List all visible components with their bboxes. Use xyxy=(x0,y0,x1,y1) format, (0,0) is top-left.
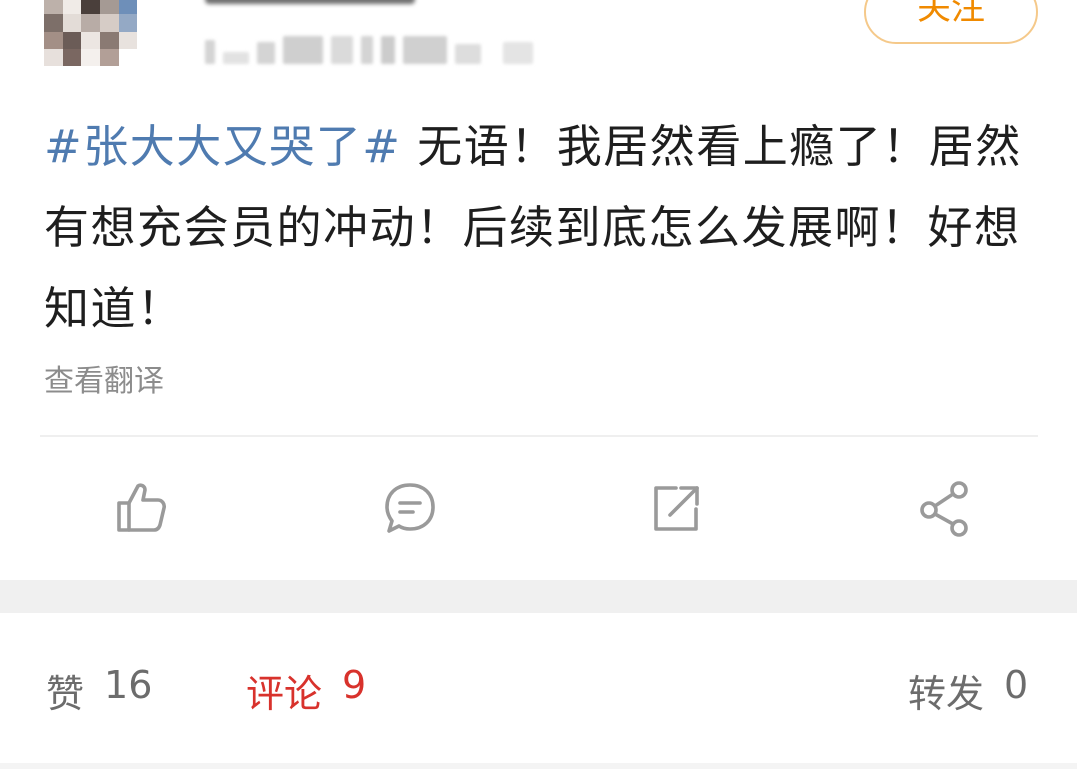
comment-button[interactable] xyxy=(378,476,442,540)
follow-button[interactable]: 关注 xyxy=(864,0,1038,44)
follow-button-label: 关注 xyxy=(917,0,985,28)
avatar[interactable] xyxy=(44,0,156,66)
likes-label: 赞 xyxy=(46,672,85,716)
post-content: #张大大又哭了# 无语！我居然看上瘾了！居然有想充会员的冲动！后续到底怎么发展啊… xyxy=(44,106,1039,349)
divider xyxy=(40,435,1038,437)
repost-arrow-icon xyxy=(654,486,699,531)
username-blurred[interactable] xyxy=(205,0,415,4)
share-nodes-icon xyxy=(920,481,968,537)
bottom-separator xyxy=(0,763,1077,769)
likes-count: 16 xyxy=(104,663,153,707)
like-button[interactable] xyxy=(108,476,172,540)
comments-count: 9 xyxy=(342,663,367,707)
comment-bubble-icon xyxy=(385,483,435,533)
likes-tab[interactable]: 赞 16 xyxy=(46,663,152,718)
reposts-tab[interactable]: 转发 0 xyxy=(908,663,1028,718)
thumbs-up-icon xyxy=(117,483,166,532)
post-header: 关注 xyxy=(0,0,1077,95)
share-button[interactable] xyxy=(912,476,976,540)
reposts-count: 0 xyxy=(1004,663,1029,707)
reposts-label: 转发 xyxy=(908,672,985,716)
repost-button[interactable] xyxy=(644,476,708,540)
comments-tab[interactable]: 评论 9 xyxy=(246,663,366,718)
section-separator xyxy=(0,580,1077,613)
engagement-tabs: 赞 16 评论 9 转发 0 xyxy=(0,613,1077,769)
comments-label: 评论 xyxy=(246,672,323,716)
post-meta-blurred xyxy=(205,34,533,64)
view-translation-link[interactable]: 查看翻译 xyxy=(44,356,164,400)
hashtag-link[interactable]: #张大大又哭了# xyxy=(44,120,401,173)
